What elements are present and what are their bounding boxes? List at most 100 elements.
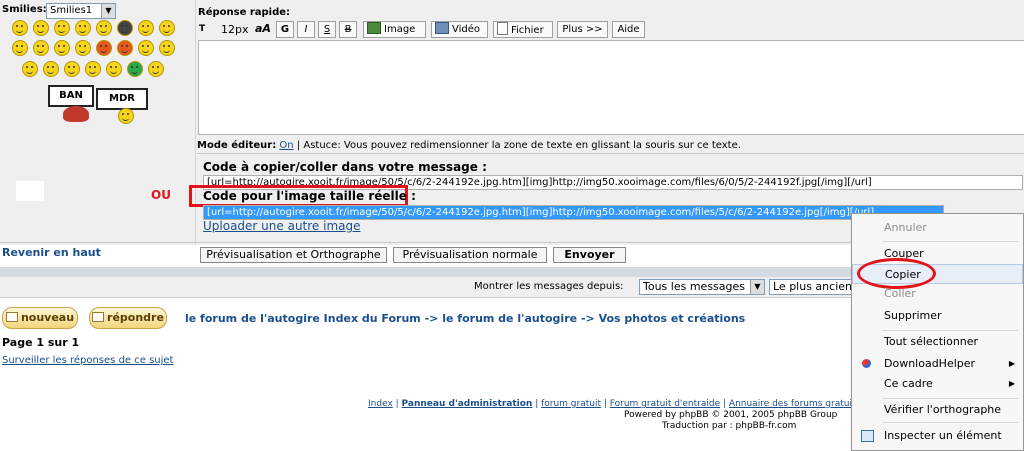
- mdr-sign[interactable]: MDR: [96, 88, 148, 110]
- image-icon: [367, 22, 381, 34]
- menu-item-delete[interactable]: Supprimer: [852, 306, 1023, 326]
- menu-item-this-frame[interactable]: Ce cadre ▶: [852, 374, 1023, 394]
- quick-reply-title: Réponse rapide:: [198, 7, 291, 18]
- pencil-icon: [92, 312, 105, 322]
- watch-topic-link[interactable]: Surveiller les réponses de ce sujet: [2, 355, 173, 366]
- submenu-arrow-icon: ▶: [1008, 379, 1015, 388]
- smiley-icon[interactable]: [33, 20, 49, 36]
- smilies-select[interactable]: Smilies1 ▼: [46, 3, 116, 19]
- red-ellipse-highlight: [857, 258, 936, 289]
- video-button[interactable]: Vidéo: [431, 21, 488, 38]
- more-button[interactable]: Plus >>: [557, 21, 608, 38]
- menu-separator: [882, 330, 1018, 331]
- green-smiley-icon[interactable]: [127, 61, 143, 77]
- smiley-icon[interactable]: [96, 20, 112, 36]
- smiley-icon[interactable]: [138, 20, 154, 36]
- pencil-icon: [5, 312, 18, 322]
- sort-order-select[interactable]: Le plus ancien: [769, 279, 853, 295]
- menu-item-spellcheck[interactable]: Vérifier l'orthographe: [852, 400, 1023, 420]
- footer-links: Index | Panneau d'administration | forum…: [368, 399, 875, 409]
- laughing-smiley-icon: [118, 108, 134, 124]
- real-size-code-field[interactable]: [url=http://autogire.xooit.fr/image/50/5…: [203, 205, 944, 220]
- devil-smiley-icon[interactable]: [117, 40, 133, 56]
- breadcrumb-forum[interactable]: le forum de l'autogire: [442, 312, 577, 325]
- text-size-icon[interactable]: T: [199, 21, 217, 38]
- sunglasses-smiley-icon[interactable]: [117, 20, 133, 36]
- smiley-icon[interactable]: [75, 20, 91, 36]
- smiley-icon[interactable]: [159, 20, 175, 36]
- send-button[interactable]: Envoyer: [553, 247, 626, 263]
- font-case-button[interactable]: aA: [255, 22, 271, 35]
- message-textarea[interactable]: [198, 40, 1024, 135]
- video-icon: [435, 22, 449, 34]
- breadcrumb-category[interactable]: Vos photos et créations: [599, 312, 746, 325]
- menu-separator: [882, 398, 1018, 399]
- translation-credit: Traduction par : phpBB-fr.com: [662, 421, 797, 431]
- file-icon: [497, 22, 508, 35]
- bold-button[interactable]: G: [276, 21, 294, 38]
- exclamation-icon[interactable]: [22, 61, 38, 77]
- chevron-down-icon[interactable]: ▼: [101, 4, 115, 18]
- smiley-icon[interactable]: [12, 20, 28, 36]
- preview-spellcheck-button[interactable]: Prévisualisation et Orthographe: [200, 247, 387, 263]
- upload-image-link[interactable]: Uploader une autre image: [203, 219, 361, 233]
- smiley-icon[interactable]: [75, 40, 91, 56]
- menu-separator: [882, 241, 1018, 242]
- powered-by: Powered by phpBB © 2001, 2005 phpBB Grou…: [624, 410, 838, 420]
- file-button[interactable]: Fichier: [493, 21, 553, 38]
- copy-code-label: Code à copier/coller dans votre message …: [203, 160, 487, 174]
- arrow-icon[interactable]: [85, 61, 101, 77]
- or-label: OU: [151, 188, 171, 202]
- font-size-value[interactable]: 12px: [221, 23, 249, 36]
- divider: [197, 153, 1024, 154]
- breadcrumb-index[interactable]: le forum de l'autogire Index du Forum: [185, 312, 421, 325]
- smiley-icon[interactable]: [12, 40, 28, 56]
- smiley-icon[interactable]: [33, 40, 49, 56]
- angry-smiley-icon[interactable]: [96, 40, 112, 56]
- smiley-icon[interactable]: [54, 20, 70, 36]
- back-to-top-link[interactable]: Revenir en haut: [2, 246, 101, 259]
- menu-item-select-all[interactable]: Tout sélectionner: [852, 332, 1023, 352]
- footer-free-forum-link[interactable]: forum gratuit: [541, 399, 601, 409]
- smilies-panel: Smilies: Smilies1 ▼ BAN MDR OU Revenir e…: [0, 0, 196, 259]
- italic-button[interactable]: I: [297, 21, 315, 38]
- footer-admin-link[interactable]: Panneau d'administration: [402, 399, 533, 409]
- reply-button[interactable]: répondre: [89, 307, 167, 329]
- footer-index-link[interactable]: Index: [368, 399, 393, 409]
- ban-smiley-icon: [63, 106, 89, 122]
- new-topic-button[interactable]: nouveau: [2, 307, 78, 329]
- ban-sign[interactable]: BAN: [48, 85, 94, 107]
- footer-help-forum-link[interactable]: Forum gratuit d'entraide: [610, 399, 720, 409]
- underline-button[interactable]: S: [318, 21, 336, 38]
- footer-directory-link[interactable]: Annuaire des forums gratuits: [729, 399, 860, 409]
- strikethrough-button[interactable]: B: [339, 21, 357, 38]
- help-button[interactable]: Aide: [612, 21, 645, 38]
- editor-mode-label: Mode éditeur:: [197, 140, 277, 151]
- downloadhelper-icon: [862, 359, 871, 368]
- editor-tip: | Astuce: Vous pouvez redimensionner la …: [296, 140, 741, 151]
- submenu-arrow-icon: ▶: [1008, 359, 1015, 368]
- image-button[interactable]: Image: [363, 21, 426, 38]
- menu-item-downloadhelper[interactable]: DownloadHelper ▶: [852, 354, 1023, 374]
- editor-mode-toggle[interactable]: On: [279, 140, 293, 151]
- smiley-icon[interactable]: [138, 40, 154, 56]
- smilies-select-value: Smilies1: [50, 5, 93, 16]
- breadcrumb: le forum de l'autogire Index du Forum ->…: [185, 312, 746, 325]
- real-size-code-label: Code pour l'image taille réelle :: [203, 189, 416, 203]
- thumbs-up-icon[interactable]: [148, 61, 164, 77]
- question-icon[interactable]: [43, 61, 59, 77]
- menu-item-undo[interactable]: Annuler: [852, 218, 1023, 238]
- menu-item-inspect[interactable]: Inspecter un élément: [852, 426, 1023, 446]
- smiley-icon[interactable]: [106, 61, 122, 77]
- smiley-icon[interactable]: [159, 40, 175, 56]
- preview-button[interactable]: Prévisualisation normale: [393, 247, 547, 263]
- messages-since-select[interactable]: Tous les messages ▼: [639, 279, 765, 295]
- smiley-icon[interactable]: [54, 40, 70, 56]
- inspect-icon: [861, 430, 874, 442]
- image-placeholder: [16, 181, 44, 201]
- idea-icon[interactable]: [64, 61, 80, 77]
- editor-mode-line: Mode éditeur: On | Astuce: Vous pouvez r…: [197, 140, 741, 151]
- smilies-label: Smilies:: [2, 4, 47, 15]
- page-indicator: Page 1 sur 1: [2, 336, 80, 349]
- chevron-down-icon[interactable]: ▼: [750, 280, 764, 294]
